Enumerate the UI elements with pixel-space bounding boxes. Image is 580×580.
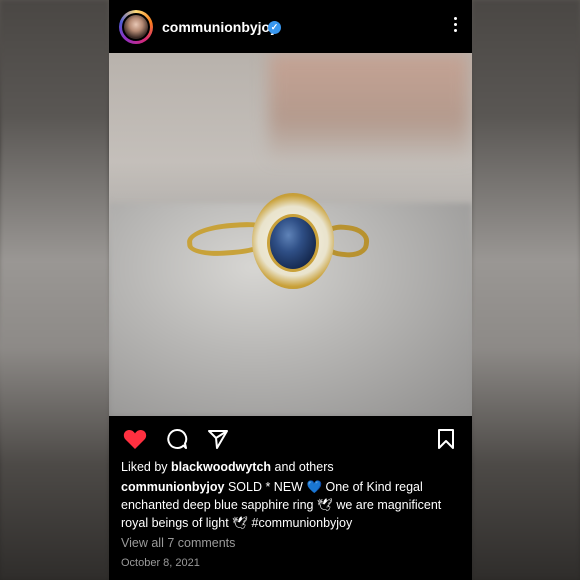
likes-summary: Liked by blackwoodwytch and others	[121, 460, 334, 474]
avatar[interactable]	[119, 10, 153, 44]
background-blur-right	[472, 0, 580, 580]
post-date: October 8, 2021	[121, 557, 200, 569]
heart-icon[interactable]	[123, 428, 147, 450]
more-vertical-icon[interactable]	[452, 17, 458, 37]
liked-by-prefix: Liked by	[121, 460, 172, 474]
verified-badge-icon: ✓	[268, 21, 281, 34]
username[interactable]: communionbyjoy	[162, 19, 278, 35]
bookmark-icon[interactable]	[437, 428, 455, 450]
view-comments-link[interactable]: View all 7 comments	[121, 536, 235, 550]
action-bar	[109, 416, 472, 460]
background-blur-left	[0, 0, 109, 580]
avatar-image	[122, 13, 150, 41]
post-caption: communionbyjoy SOLD * NEW 💙 One of Kind …	[121, 478, 466, 532]
ring-sapphire	[267, 214, 319, 272]
liked-by-suffix: and others	[271, 460, 334, 474]
comment-icon[interactable]	[166, 428, 188, 450]
send-icon[interactable]	[207, 428, 229, 450]
caption-username[interactable]: communionbyjoy	[121, 480, 224, 494]
liked-by-user[interactable]: blackwoodwytch	[171, 460, 271, 474]
post-header: communionbyjoy ✓	[109, 0, 472, 53]
instagram-post: communionbyjoy ✓ Liked by blackwoodwytch…	[109, 0, 472, 580]
post-image[interactable]	[109, 53, 472, 416]
background-wall	[269, 53, 469, 163]
